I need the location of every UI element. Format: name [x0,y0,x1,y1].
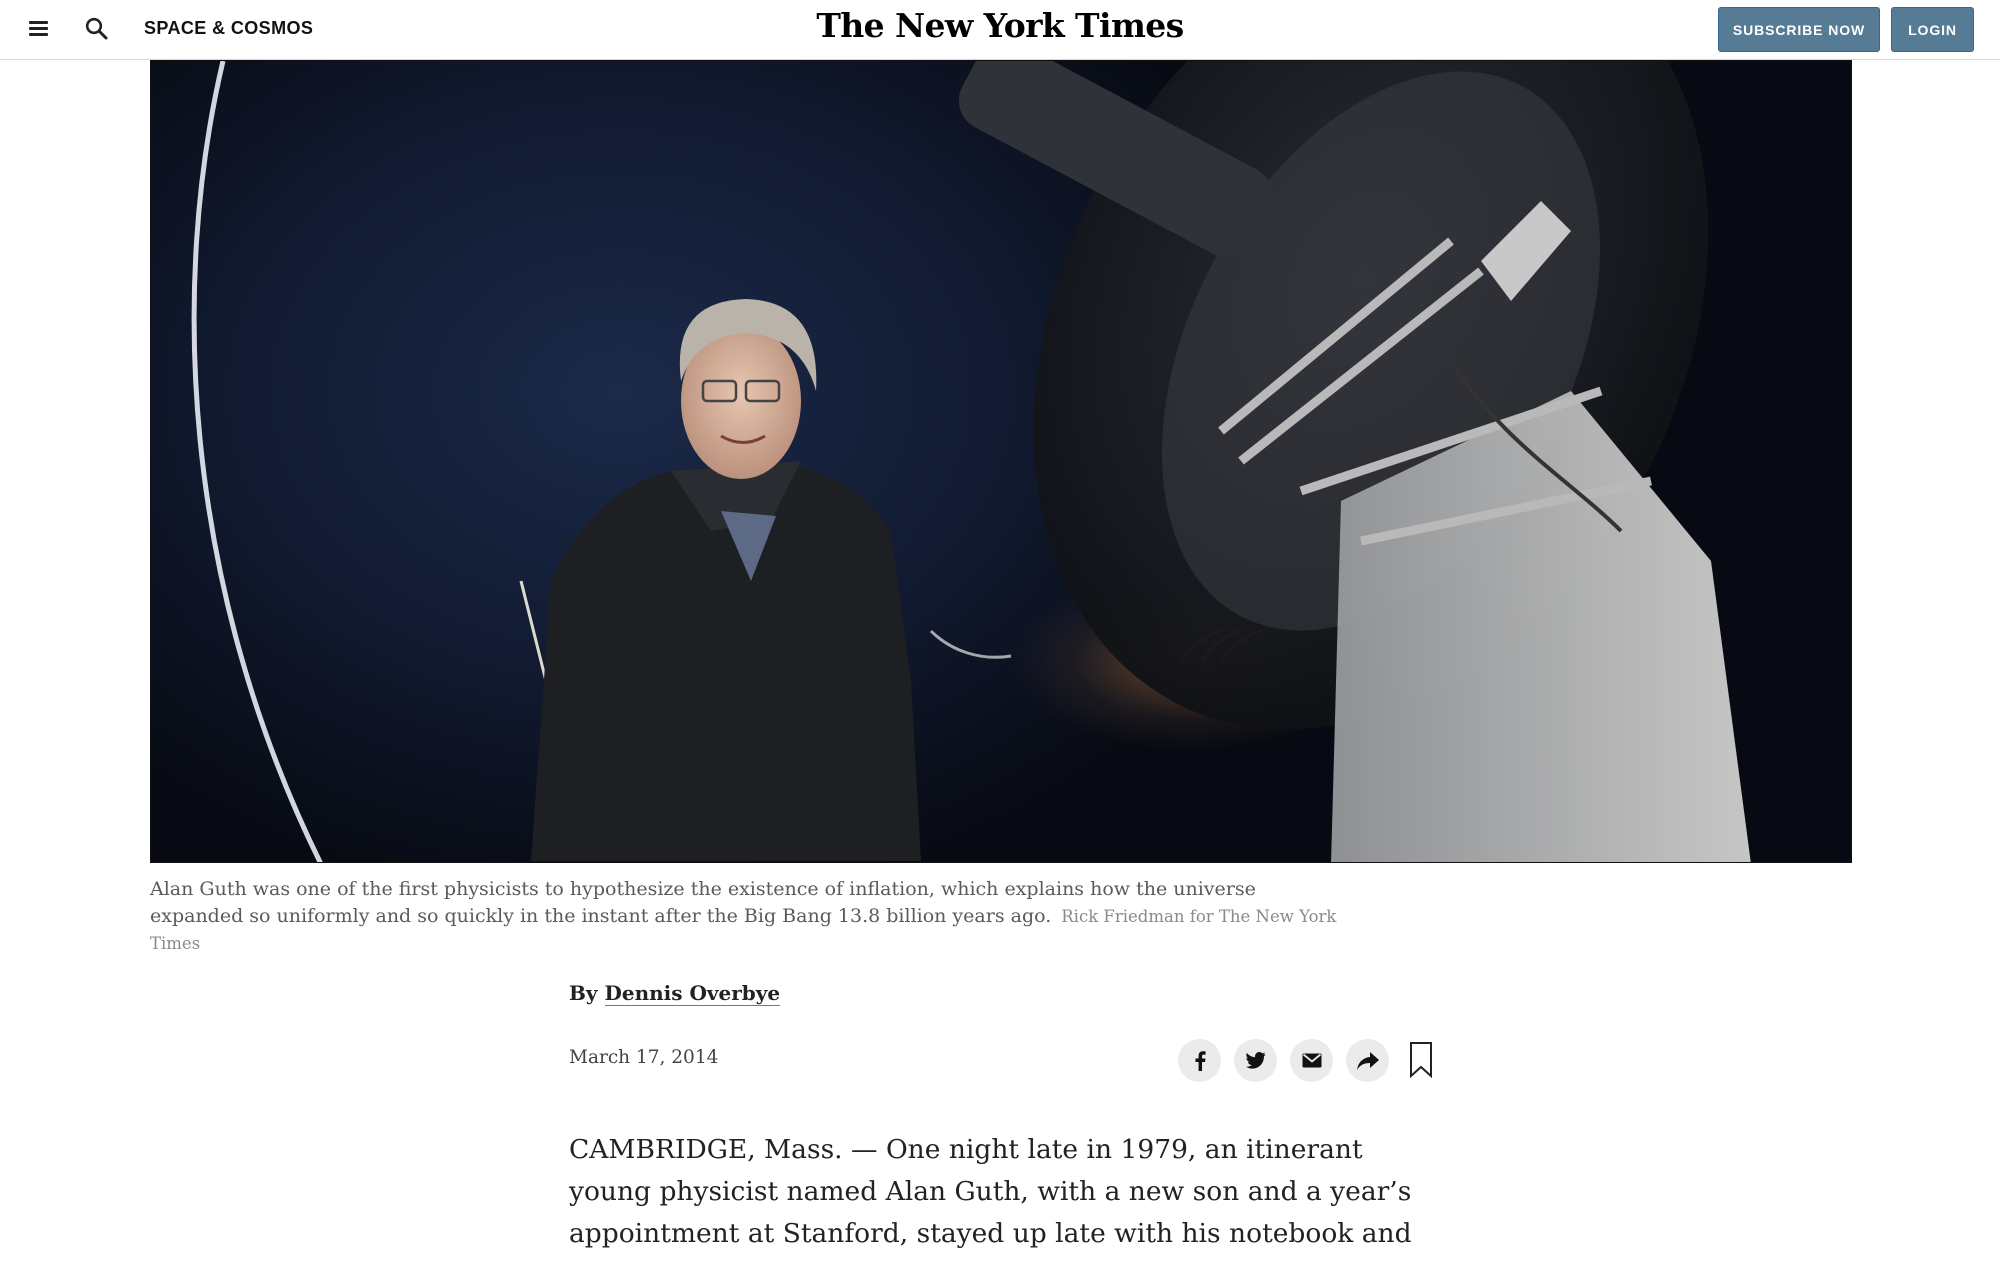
twitter-icon [1245,1052,1265,1069]
photo-caption: Alan Guth was one of the first physicist… [150,876,1350,957]
share-email-button[interactable] [1290,1039,1333,1082]
publish-date: March 17, 2014 [569,1047,719,1068]
share-facebook-button[interactable] [1178,1039,1221,1082]
bookmark-icon[interactable] [1409,1042,1433,1078]
login-button[interactable]: LOGIN [1891,7,1974,52]
byline-prefix: By [569,981,598,1005]
lead-photo [150,60,1852,863]
search-icon[interactable] [84,16,110,42]
photo-illustration [191,61,1751,862]
facebook-icon [1195,1050,1206,1071]
subscribe-button[interactable]: SUBSCRIBE NOW [1718,7,1880,52]
email-icon [1302,1053,1321,1068]
masthead: SPACE & COSMOS The New York Times SUBSCR… [0,0,2000,60]
byline: By Dennis Overbye [569,981,781,1006]
article-body-paragraph: CAMBRIDGE, Mass. — One night late in 197… [569,1134,1412,1264]
share-more-button[interactable] [1346,1039,1389,1082]
section-link[interactable]: SPACE & COSMOS [144,18,313,39]
author-link[interactable]: Dennis Overbye [604,981,781,1006]
menu-icon[interactable] [27,19,51,39]
nyt-logo[interactable]: The New York Times [816,6,1184,45]
share-twitter-button[interactable] [1234,1039,1277,1082]
share-more-icon [1356,1051,1379,1070]
